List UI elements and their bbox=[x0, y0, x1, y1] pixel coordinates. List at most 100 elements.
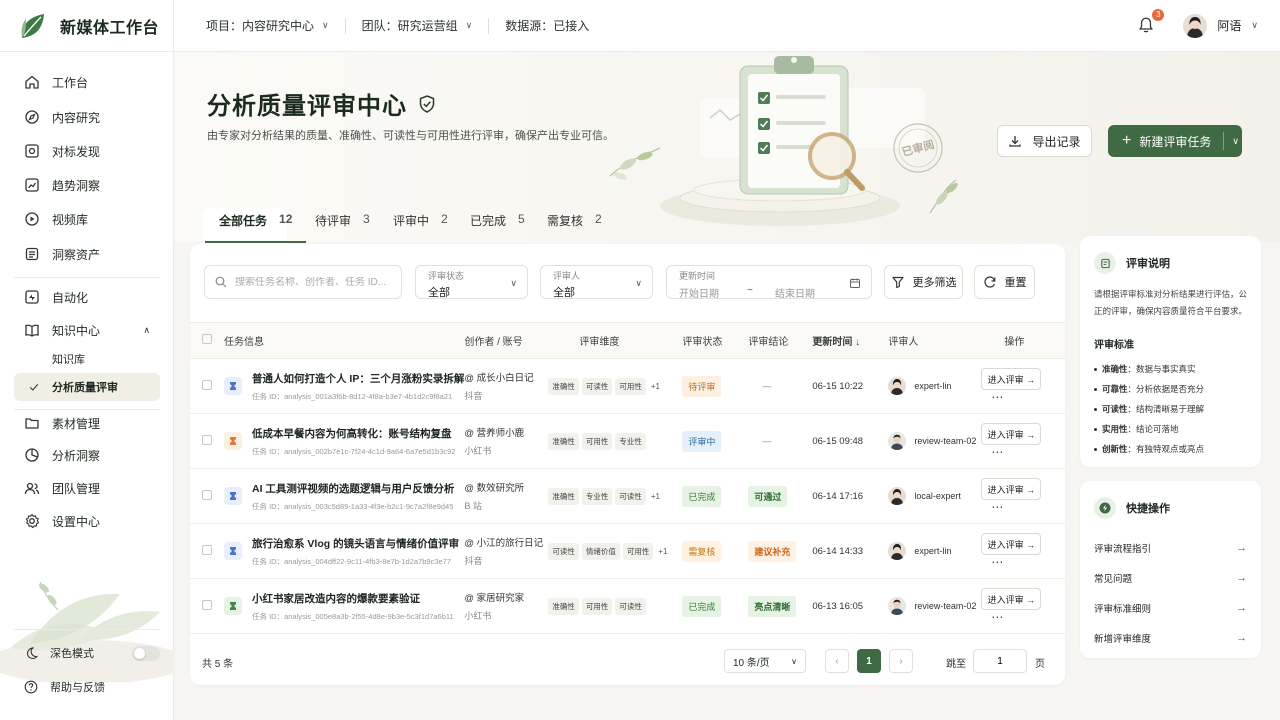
sidebar-item-content-research[interactable]: 内容研究 bbox=[14, 103, 160, 131]
sidebar-item-quality-review[interactable]: 分析质量评审 bbox=[14, 373, 160, 401]
quick-action-item[interactable]: 评审标准细则 → bbox=[1094, 593, 1247, 623]
more-options-icon[interactable]: ⋯ bbox=[991, 390, 1004, 404]
enter-review-button[interactable]: 进入评审 → bbox=[981, 533, 1042, 555]
quick-action-item[interactable]: 常见问题 → bbox=[1094, 563, 1247, 593]
status-filter[interactable]: 评审状态 全部 ∨ bbox=[415, 265, 528, 299]
notification-button[interactable]: 3 bbox=[1137, 8, 1165, 36]
export-records-button[interactable]: 导出记录 bbox=[997, 125, 1092, 157]
tab-completed[interactable]: 已完成 5 bbox=[470, 212, 525, 242]
more-options-icon[interactable]: ⋯ bbox=[991, 445, 1004, 459]
prev-page-button[interactable]: ‹ bbox=[825, 649, 849, 673]
search-box[interactable] bbox=[204, 265, 402, 299]
help-label: 帮助与反馈 bbox=[50, 682, 105, 694]
task-title[interactable]: 小红书家居改造内容的爆款要素验证 bbox=[252, 591, 454, 606]
more-dims-count[interactable]: +1 bbox=[658, 547, 667, 556]
sidebar-item-materials[interactable]: 素材管理 bbox=[14, 409, 160, 437]
more-options-icon[interactable]: ⋯ bbox=[991, 610, 1004, 624]
sidebar-item-insight-assets[interactable]: 洞察资产 bbox=[14, 240, 160, 268]
datasource-status[interactable]: 数据源：已接入 bbox=[505, 17, 589, 34]
end-date-input[interactable]: 结束日期 bbox=[775, 285, 815, 300]
status-badge: 已完成 bbox=[682, 485, 722, 507]
task-title[interactable]: 旅行治愈系 Vlog 的镜头语言与情绪价值评审 bbox=[252, 536, 459, 551]
tab-reviewing[interactable]: 评审中 2 bbox=[393, 212, 448, 242]
table-row[interactable]: 旅行治愈系 Vlog 的镜头语言与情绪价值评审 任务 ID：analysis_0… bbox=[190, 523, 1065, 579]
table-row[interactable]: 低成本早餐内容为何高转化：账号结构复盘 任务 ID：analysis_002b7… bbox=[190, 413, 1065, 469]
more-dims-count[interactable]: +1 bbox=[651, 382, 660, 391]
quick-action-item[interactable]: 评审流程指引 → bbox=[1094, 533, 1247, 563]
row-checkbox[interactable] bbox=[202, 599, 212, 610]
chevron-down-icon[interactable]: ∨ bbox=[1251, 20, 1258, 31]
page-size-select[interactable]: 10 条/页 ∨ bbox=[724, 649, 806, 673]
tab-all[interactable]: 全部任务 12 bbox=[204, 212, 307, 243]
project-selector[interactable]: 项目：内容研究中心 ∨ bbox=[206, 17, 329, 34]
creator-name[interactable]: @ 营养师小鹿 bbox=[464, 425, 544, 439]
row-checkbox[interactable] bbox=[202, 434, 212, 445]
next-page-button[interactable]: › bbox=[889, 649, 913, 673]
tab-pending[interactable]: 待评审 3 bbox=[315, 212, 370, 242]
search-input[interactable] bbox=[235, 276, 395, 288]
sidebar-item-settings[interactable]: 设置中心 bbox=[14, 507, 160, 535]
table-row[interactable]: AI 工具测评视频的选题逻辑与用户反馈分析 任务 ID：analysis_003… bbox=[190, 468, 1065, 524]
sidebar-item-trend[interactable]: 趋势洞察 bbox=[14, 171, 160, 199]
more-options-icon[interactable]: ⋯ bbox=[991, 500, 1004, 514]
sidebar-item-knowledge-center[interactable]: 知识中心 ∧ bbox=[14, 316, 160, 344]
sidebar-item-benchmark[interactable]: 对标发现 bbox=[14, 137, 160, 165]
sidebar-item-knowledge-base[interactable]: 知识库 bbox=[14, 345, 160, 373]
jump-page-input[interactable] bbox=[973, 649, 1027, 673]
creator-name[interactable]: @ 家居研究家 bbox=[464, 590, 544, 604]
sidebar-item-video-library[interactable]: 视频库 bbox=[14, 205, 160, 233]
row-checkbox[interactable] bbox=[202, 489, 212, 500]
row-checkbox[interactable] bbox=[202, 379, 212, 390]
user-name[interactable]: 阿语 bbox=[1217, 17, 1241, 34]
user-avatar[interactable] bbox=[1183, 13, 1208, 38]
datasource-label: 数据源：已接入 bbox=[505, 19, 590, 33]
sidebar-item-automation[interactable]: 自动化 bbox=[14, 283, 160, 311]
start-date-input[interactable]: 开始日期 bbox=[679, 285, 747, 300]
platform-name: 抖音 bbox=[464, 556, 483, 566]
table-row[interactable]: 普通人如何打造个人 IP：三个月涨粉实录拆解 任务 ID：analysis_00… bbox=[190, 358, 1065, 414]
check-icon bbox=[29, 384, 39, 391]
date-range-filter[interactable]: 更新时间 开始日期 ~ 结束日期 bbox=[666, 265, 872, 300]
tab-recheck[interactable]: 需复核 2 bbox=[547, 212, 602, 242]
task-title[interactable]: 低成本早餐内容为何高转化：账号结构复盘 bbox=[252, 426, 455, 441]
sidebar-item-workbench[interactable]: 工作台 bbox=[14, 68, 160, 96]
creator-name[interactable]: @ 小江的旅行日记 bbox=[464, 535, 544, 549]
enter-review-button[interactable]: 进入评审 → bbox=[981, 588, 1042, 610]
more-filters-button[interactable]: 更多筛选 bbox=[884, 265, 963, 299]
page-subtitle: 由专家对分析结果的质量、准确性、可读性与可用性进行评审，确保产出专业可信。 bbox=[207, 130, 614, 142]
quick-action-item[interactable]: 新增评审维度 → bbox=[1094, 623, 1247, 653]
help-feedback-link[interactable]: 帮助与反馈 bbox=[14, 674, 160, 700]
new-review-task-button[interactable]: + 新建评审任务 ∨ bbox=[1108, 125, 1242, 157]
more-options-icon[interactable]: ⋯ bbox=[991, 555, 1004, 569]
reviewer-name: review-team-02 bbox=[914, 436, 977, 446]
enter-review-button[interactable]: 进入评审 → bbox=[981, 423, 1042, 445]
select-all-checkbox[interactable] bbox=[202, 334, 212, 344]
creator-name[interactable]: @ 成长小白日记 bbox=[464, 370, 544, 384]
header-updated-sort[interactable]: 更新时间 ↓ bbox=[812, 322, 889, 359]
clipboard-illustration: 已审阅 bbox=[609, 56, 958, 226]
team-selector[interactable]: 团队：研究运营组 ∨ bbox=[362, 17, 473, 34]
table-row[interactable]: 小红书家居改造内容的爆款要素验证 任务 ID：analysis_005e8a3b… bbox=[190, 578, 1065, 634]
plus-icon: + bbox=[1122, 132, 1132, 149]
dimension-chip: 准确性 bbox=[548, 597, 579, 615]
task-title[interactable]: 普通人如何打造个人 IP：三个月涨粉实录拆解 bbox=[252, 371, 464, 386]
chevron-down-icon[interactable]: ∨ bbox=[1232, 136, 1239, 147]
reviewer-avatar bbox=[888, 432, 907, 450]
sidebar-item-analysis[interactable]: 分析洞察 bbox=[14, 441, 160, 469]
dark-mode-toggle[interactable] bbox=[132, 645, 160, 661]
page-1-button[interactable]: 1 bbox=[857, 649, 881, 673]
reviewer-name: expert-lin bbox=[914, 381, 952, 391]
dimension-chip: 可用性 bbox=[581, 432, 613, 450]
creator-name[interactable]: @ 数效研究所 bbox=[464, 480, 544, 494]
more-dims-count[interactable]: +1 bbox=[651, 492, 660, 501]
enter-review-button[interactable]: 进入评审 → bbox=[981, 478, 1042, 500]
row-checkbox[interactable] bbox=[202, 544, 212, 555]
task-title[interactable]: AI 工具测评视频的选题逻辑与用户反馈分析 bbox=[252, 481, 454, 496]
task-id: 任务 ID：analysis_004dff22-9c11-4fb3-8e7b-1… bbox=[252, 556, 452, 566]
sidebar-item-team[interactable]: 团队管理 bbox=[14, 474, 160, 502]
brand[interactable]: 新媒体工作台 bbox=[0, 0, 174, 52]
reviewer-filter[interactable]: 评审人 全部 ∨ bbox=[540, 265, 653, 299]
conclusion-badge: — bbox=[762, 381, 772, 391]
enter-review-button[interactable]: 进入评审 → bbox=[981, 368, 1042, 390]
reset-button[interactable]: 重置 bbox=[974, 265, 1035, 299]
